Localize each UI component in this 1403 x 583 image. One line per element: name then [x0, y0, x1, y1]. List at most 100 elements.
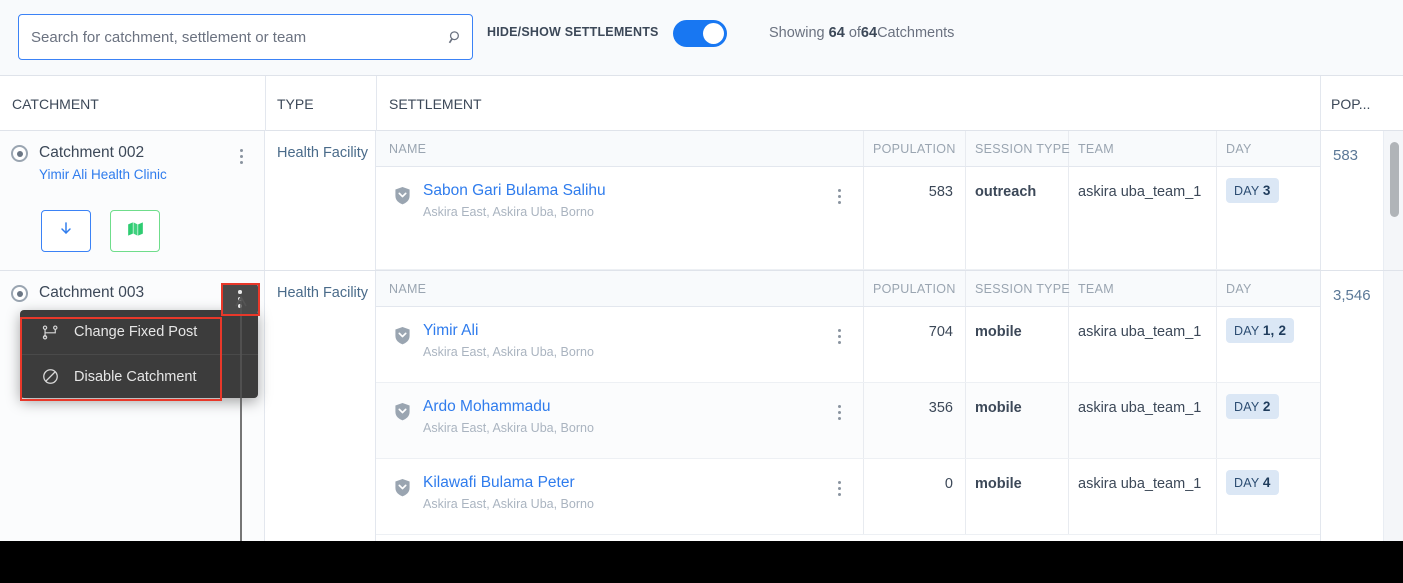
settlement-session-type: mobile	[975, 324, 1022, 340]
kebab-dot	[837, 328, 841, 332]
settlement-day-badge: DAY 4	[1226, 470, 1279, 495]
kebab-dot	[238, 304, 242, 308]
kebab-dot	[238, 297, 242, 301]
catchment-kebab-menu-button-active[interactable]	[222, 283, 258, 315]
population-cell: 583	[1320, 131, 1383, 270]
row-divider-3	[1068, 459, 1069, 534]
column-header-catchment[interactable]: CATCHMENT	[12, 76, 99, 131]
kebab-dot	[837, 188, 841, 192]
sitemap-icon	[42, 322, 68, 342]
search-input[interactable]	[19, 28, 438, 46]
type-cell: Health Facility	[265, 271, 376, 541]
day-badge-value: 1, 2	[1262, 323, 1287, 338]
row-divider-2	[965, 459, 966, 534]
row-divider-3	[1068, 307, 1069, 382]
sub-divider-4	[1216, 131, 1217, 166]
population-cell: 3,546	[1320, 271, 1383, 541]
sub-header-session-type[interactable]: SESSION TYPE	[975, 131, 1070, 167]
catchment-kebab-menu-button[interactable]	[228, 141, 254, 171]
sub-divider-1	[863, 271, 864, 306]
sub-header-name[interactable]: NAME	[389, 131, 426, 167]
sub-header-day[interactable]: DAY	[1226, 271, 1252, 307]
map-icon	[127, 221, 144, 242]
settlement-subtable-header: NAME POPULATION SESSION TYPE TEAM DAY	[376, 131, 1320, 167]
row-divider-4	[1216, 167, 1217, 269]
bottom-letterbox-bar	[0, 541, 1403, 583]
settlement-kebab-menu-button[interactable]	[826, 397, 852, 427]
catchment-manager-page: HIDE/SHOW SETTLEMENTS Showing 64 of64Cat…	[0, 0, 1403, 583]
map-button[interactable]	[110, 210, 160, 252]
settlement-kebab-menu-button[interactable]	[826, 181, 852, 211]
download-arrow-icon	[58, 220, 74, 243]
ban-icon	[42, 367, 68, 387]
kebab-dot	[837, 492, 841, 496]
settlement-shield-icon	[394, 478, 411, 497]
header-divider-1	[265, 76, 266, 131]
sub-header-name[interactable]: NAME	[389, 271, 426, 307]
sub-header-population[interactable]: POPULATION	[873, 271, 956, 307]
day-badge-value: 3	[1262, 183, 1271, 198]
catchment-name: Catchment 003	[39, 284, 145, 301]
day-badge-prefix: DAY	[1234, 400, 1260, 414]
menu-item-change-fixed-post[interactable]: Change Fixed Post	[20, 310, 258, 354]
vertical-scrollbar[interactable]	[1390, 137, 1399, 535]
catchment-type: Health Facility	[277, 285, 369, 301]
column-header-settlement[interactable]: SETTLEMENT	[389, 76, 482, 131]
catchment-type: Health Facility	[277, 145, 369, 161]
sub-header-session-type[interactable]: SESSION TYPE	[975, 271, 1070, 307]
settlement-location: Askira East, Askira Uba, Borno	[423, 345, 594, 359]
catchment-population: 583	[1333, 147, 1359, 164]
row-divider-4	[1216, 307, 1217, 382]
settlement-kebab-menu-button[interactable]	[826, 321, 852, 351]
search-icon[interactable]	[438, 15, 472, 59]
settlement-name-link[interactable]: Sabon Gari Bulama Salihu	[423, 182, 606, 200]
sub-divider-2	[965, 271, 966, 306]
menu-item-disable-catchment[interactable]: Disable Catchment	[20, 354, 258, 398]
settlement-team: askira uba_team_1	[1078, 324, 1202, 340]
search-box[interactable]	[18, 14, 473, 60]
settlement-kebab-menu-button[interactable]	[826, 473, 852, 503]
settlement-population: 0	[944, 476, 953, 492]
sub-header-team[interactable]: TEAM	[1078, 131, 1114, 167]
showing-prefix: Showing	[769, 25, 825, 41]
settlement-session-type: mobile	[975, 400, 1022, 416]
scrollbar-thumb[interactable]	[1390, 142, 1399, 217]
kebab-dot	[837, 340, 841, 344]
catchment-radio-icon[interactable]	[11, 285, 28, 302]
sub-divider-1	[863, 131, 864, 166]
sub-divider-4	[1216, 271, 1217, 306]
column-header-type[interactable]: TYPE	[277, 76, 314, 131]
catchment-facility-link[interactable]: Yimir Ali Health Clinic	[39, 167, 167, 182]
hide-show-settlements-toggle[interactable]	[673, 20, 727, 47]
column-header-population[interactable]: POP...	[1331, 76, 1370, 131]
sub-header-day[interactable]: DAY	[1226, 131, 1252, 167]
row-divider-2	[965, 307, 966, 382]
settlement-location: Askira East, Askira Uba, Borno	[423, 205, 594, 219]
sub-header-team[interactable]: TEAM	[1078, 271, 1114, 307]
catchment-name: Catchment 002	[39, 144, 145, 161]
settlement-row: Yimir Ali Askira East, Askira Uba, Borno…	[376, 307, 1320, 383]
row-divider-3	[1068, 167, 1069, 269]
settlement-row: Kilawafi Bulama Peter Askira East, Askir…	[376, 459, 1320, 535]
settlement-location: Askira East, Askira Uba, Borno	[423, 421, 594, 435]
settlement-shield-icon	[394, 326, 411, 345]
showing-count-text: Showing 64 of64Catchments	[769, 25, 954, 41]
settlement-session-type: outreach	[975, 184, 1037, 200]
table-row: Catchment 002 Yimir Ali Health Clinic He…	[0, 131, 1403, 271]
catchment-radio-icon[interactable]	[11, 145, 28, 162]
download-button[interactable]	[41, 210, 91, 252]
settlement-name-link[interactable]: Ardo Mohammadu	[423, 398, 551, 416]
kebab-dot	[837, 334, 841, 338]
settlement-population: 583	[928, 184, 953, 200]
kebab-dot	[239, 148, 243, 152]
settlement-day-badge: DAY 1, 2	[1226, 318, 1295, 343]
settlement-shield-icon	[394, 402, 411, 421]
settlement-name-link[interactable]: Yimir Ali	[423, 322, 478, 340]
row-divider-2	[965, 383, 966, 458]
table-header: CATCHMENT TYPE SETTLEMENT POP...	[0, 76, 1403, 131]
day-badge-prefix: DAY	[1234, 184, 1260, 198]
settlement-row: Ardo Mohammadu Askira East, Askira Uba, …	[376, 383, 1320, 459]
sub-header-population[interactable]: POPULATION	[873, 131, 956, 167]
settlement-name-link[interactable]: Kilawafi Bulama Peter	[423, 474, 575, 492]
settlement-location: Askira East, Askira Uba, Borno	[423, 497, 594, 511]
